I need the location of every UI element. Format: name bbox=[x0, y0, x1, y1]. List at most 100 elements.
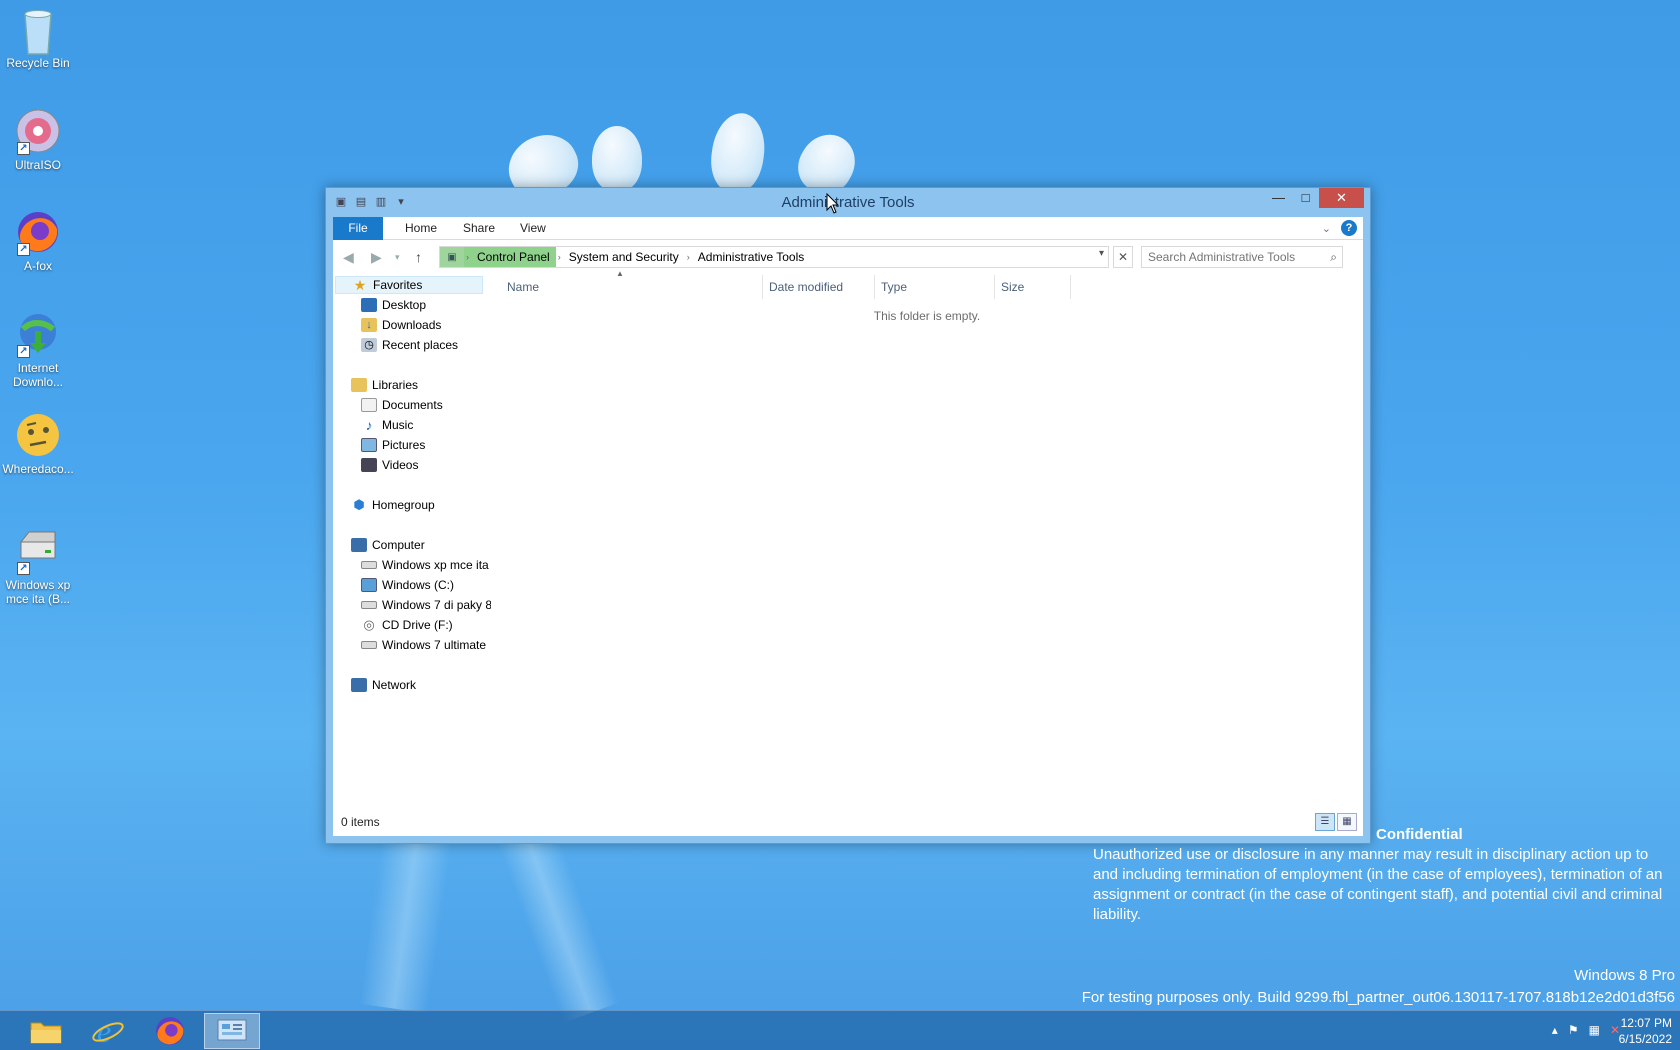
star-icon: ★ bbox=[353, 277, 367, 293]
taskbar-clock[interactable]: 12:07 PM 6/15/2022 bbox=[1619, 1015, 1672, 1047]
desktop-icon-afox[interactable]: ↗ A-fox bbox=[0, 209, 76, 273]
nav-downloads[interactable]: ↓ Downloads bbox=[361, 316, 441, 334]
desktop-icon-windows-xp-mce[interactable]: ↗ Windows xp mce ita (B... bbox=[0, 528, 76, 606]
up-arrow-icon[interactable]: ↑ bbox=[415, 249, 422, 265]
tab-share[interactable]: Share bbox=[453, 217, 505, 240]
nav-recent-places[interactable]: ◷ Recent places bbox=[361, 336, 458, 354]
column-header-date-modified[interactable]: Date modified bbox=[763, 275, 875, 299]
empty-folder-message: This folder is empty. bbox=[873, 309, 981, 323]
nav-documents[interactable]: Documents bbox=[361, 396, 443, 414]
desktop-icon-label: Recycle Bin bbox=[6, 56, 70, 70]
column-header-name[interactable]: Name bbox=[501, 275, 763, 299]
breadcrumb-system-and-security[interactable]: System and Security bbox=[563, 247, 685, 267]
desktop-icon-ultraiso[interactable]: ↗ UltraISO bbox=[0, 108, 76, 172]
thinking-face-icon bbox=[15, 412, 61, 458]
window-client-area: File Home Share View ⌄ ? ◀ ▶ ▾ ↑ ▣ › Con… bbox=[333, 217, 1363, 836]
nav-label: CD Drive (F:) bbox=[382, 618, 453, 632]
nav-pictures[interactable]: Pictures bbox=[361, 436, 425, 454]
large-icons-view-icon[interactable]: ▦ bbox=[1337, 813, 1357, 831]
column-header-size[interactable]: Size bbox=[995, 275, 1071, 299]
close-button[interactable]: ✕ bbox=[1319, 188, 1364, 208]
nav-label: Windows xp mce ita bbox=[382, 558, 489, 572]
search-input[interactable] bbox=[1142, 247, 1317, 267]
system-tray: ▴ ⚑ ▦ ✕ bbox=[1552, 1023, 1620, 1037]
desktop-icon-label: Internet Downlo... bbox=[12, 361, 64, 389]
clear-address-button[interactable]: ✕ bbox=[1113, 246, 1133, 268]
action-center-flag-icon[interactable]: ⚑ bbox=[1568, 1023, 1579, 1037]
breadcrumb-administrative-tools[interactable]: Administrative Tools bbox=[692, 247, 811, 267]
nav-homegroup[interactable]: ⬢ Homegroup bbox=[351, 496, 434, 514]
nav-label: Desktop bbox=[382, 298, 427, 312]
network-icon bbox=[351, 678, 367, 692]
desktop-icon-wheredaco[interactable]: Wheredaco... bbox=[0, 412, 76, 476]
documents-icon bbox=[361, 398, 377, 412]
cd-drive-icon: ◎ bbox=[363, 617, 375, 632]
maximize-button[interactable]: □ bbox=[1292, 188, 1319, 208]
watermark-body: Unauthorized use or disclosure in any ma… bbox=[1093, 846, 1663, 923]
title-bar[interactable]: ▣ ▤ ▥ ▾ Administrative Tools — □ ✕ bbox=[326, 188, 1370, 216]
item-count: 0 items bbox=[341, 815, 380, 829]
forward-arrow-icon[interactable]: ▶ bbox=[371, 249, 382, 266]
network-status-icon[interactable]: ▦ bbox=[1589, 1023, 1600, 1037]
address-dropdown-icon[interactable]: ▾ bbox=[1099, 248, 1104, 259]
nav-computer[interactable]: Computer bbox=[351, 536, 425, 554]
nav-drive-windows-c[interactable]: Windows (C:) bbox=[361, 576, 454, 594]
breadcrumb-separator-icon[interactable]: › bbox=[464, 247, 471, 267]
file-explorer-icon bbox=[30, 1022, 62, 1044]
status-bar: 0 items ☰ ▦ bbox=[333, 808, 1363, 836]
music-icon: ♪ bbox=[365, 417, 373, 433]
nav-label: Windows 7 di paky 8 bbox=[382, 598, 491, 612]
taskbar-file-explorer[interactable] bbox=[18, 1013, 74, 1049]
desktop-icon-recycle-bin[interactable]: Recycle Bin bbox=[0, 6, 76, 70]
breadcrumb-control-panel[interactable]: Control Panel bbox=[471, 247, 556, 267]
show-hidden-icons-chevron-icon[interactable]: ▴ bbox=[1552, 1023, 1558, 1037]
taskbar-internet-explorer[interactable]: e bbox=[80, 1013, 136, 1049]
taskbar-firefox[interactable] bbox=[142, 1013, 198, 1049]
nav-label: Windows (C:) bbox=[382, 578, 455, 592]
minimize-button[interactable]: — bbox=[1265, 188, 1292, 208]
nav-drive-windows-7-ultimate[interactable]: Windows 7 ultimate bbox=[361, 636, 486, 654]
firefox-icon: ↗ bbox=[15, 209, 61, 256]
control-panel-icon bbox=[217, 1019, 247, 1041]
mouse-cursor-icon bbox=[826, 193, 840, 214]
libraries-icon bbox=[351, 378, 367, 392]
search-icon[interactable]: ⌕ bbox=[1330, 250, 1337, 265]
tab-home[interactable]: Home bbox=[395, 217, 447, 240]
back-arrow-icon[interactable]: ◀ bbox=[343, 249, 354, 266]
expand-ribbon-chevron-icon[interactable]: ⌄ bbox=[1322, 222, 1331, 235]
nav-music[interactable]: ♪ Music bbox=[361, 416, 414, 434]
shortcut-arrow-icon: ↗ bbox=[17, 142, 30, 155]
address-bar[interactable]: ▣ › Control Panel › System and Security … bbox=[439, 246, 1109, 268]
pictures-icon bbox=[361, 438, 377, 452]
taskbar-control-panel[interactable] bbox=[204, 1013, 260, 1049]
nav-network[interactable]: Network bbox=[351, 676, 416, 694]
clock-date: 6/15/2022 bbox=[1618, 1032, 1672, 1046]
internet-explorer-icon: e bbox=[92, 1014, 124, 1048]
nav-videos[interactable]: Videos bbox=[361, 456, 418, 474]
desktop-icon-internet-download-manager[interactable]: ↗ Internet Downlo... bbox=[0, 311, 76, 389]
explorer-window: ▣ ▤ ▥ ▾ Administrative Tools — □ ✕ File … bbox=[325, 187, 1371, 844]
nav-label: Libraries bbox=[372, 378, 419, 392]
nav-cd-drive[interactable]: ◎ CD Drive (F:) bbox=[361, 616, 453, 634]
firefox-icon bbox=[156, 1017, 184, 1045]
navigation-bar: ◀ ▶ ▾ ↑ ▣ › Control Panel › System and S… bbox=[333, 241, 1363, 274]
column-header-type[interactable]: Type bbox=[875, 275, 995, 299]
search-box[interactable]: ⌕ bbox=[1141, 246, 1343, 268]
recent-locations-chevron-icon[interactable]: ▾ bbox=[395, 252, 400, 263]
internet-download-manager-icon: ↗ bbox=[15, 311, 61, 358]
tab-view[interactable]: View bbox=[510, 217, 556, 240]
tab-file[interactable]: File bbox=[333, 217, 383, 240]
nav-desktop[interactable]: Desktop bbox=[361, 296, 426, 314]
file-list[interactable]: ▲ Name Date modified Type Size This fold… bbox=[491, 269, 1363, 808]
nav-drive-windows-xp[interactable]: Windows xp mce ita bbox=[361, 556, 489, 574]
nav-libraries[interactable]: Libraries bbox=[351, 376, 418, 394]
help-icon[interactable]: ? bbox=[1341, 220, 1357, 236]
nav-favorites[interactable]: ★ Favorites bbox=[335, 276, 483, 294]
nav-drive-windows-7-paky[interactable]: Windows 7 di paky 8 bbox=[361, 596, 491, 614]
nav-label: Windows 7 ultimate bbox=[382, 638, 487, 652]
nav-label: Computer bbox=[372, 538, 425, 552]
breadcrumb-separator-icon[interactable]: › bbox=[685, 252, 692, 262]
breadcrumb-separator-icon[interactable]: › bbox=[556, 252, 563, 262]
taskbar: e ▴ ⚑ ▦ ✕ 12:07 PM 6/15/2022 bbox=[0, 1010, 1680, 1050]
details-view-icon[interactable]: ☰ bbox=[1315, 813, 1335, 831]
